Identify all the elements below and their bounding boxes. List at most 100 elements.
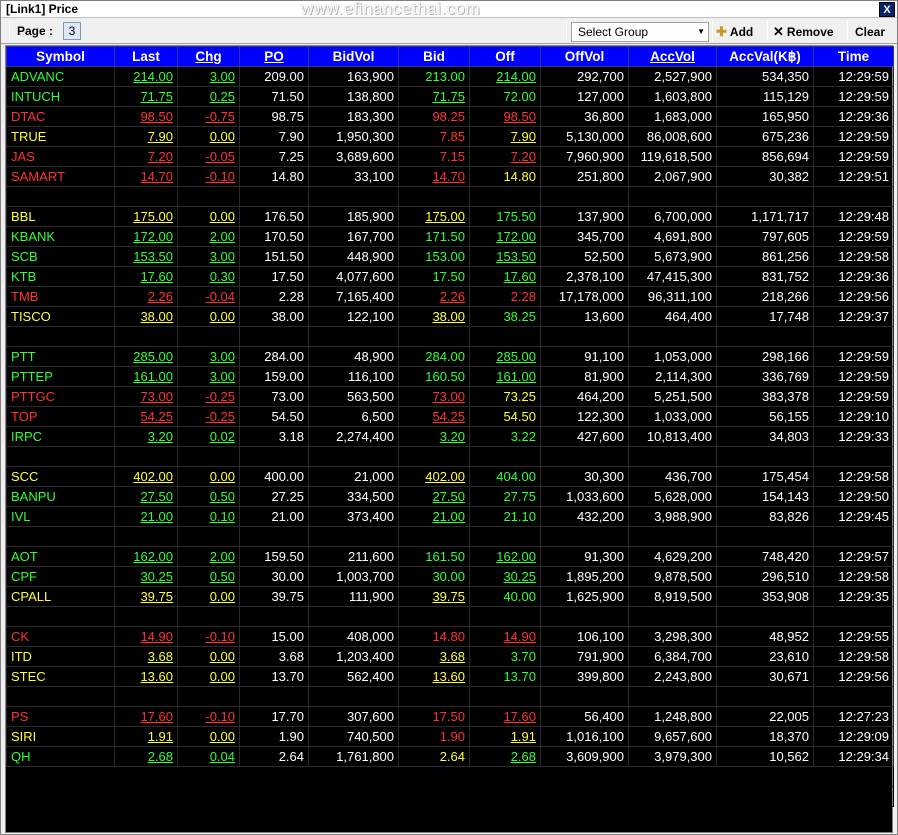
page-number-field[interactable]: 3	[63, 22, 81, 40]
remove-button[interactable]: ✕ Remove	[773, 22, 834, 42]
column-header-time[interactable]: Time	[813, 46, 894, 67]
cell-accvol: 5,673,900	[628, 246, 717, 267]
blank-row[interactable]	[6, 446, 894, 467]
column-header-bidvol[interactable]: BidVol	[308, 46, 399, 67]
column-header-accvol[interactable]: AccVol	[628, 46, 717, 67]
table-row[interactable]: CPALL 39.75 0.00 39.75 111,900 39.75 40.00 1,62…	[6, 586, 894, 607]
empty-cell	[177, 526, 240, 547]
watermark: www.efinancethai.com	[301, 0, 481, 18]
column-header-bid[interactable]: Bid	[398, 46, 470, 67]
table-row[interactable]: TMB 2.26 -0.04 2.28 7,165,400 2.26 2.28 17,178,…	[6, 286, 894, 307]
table-row[interactable]: BANPU 27.50 0.50 27.25 334,500 27.50 27.75 1,03…	[6, 486, 894, 507]
table-row[interactable]: TISCO 38.00 0.00 38.00 122,100 38.00 38.25 13,6…	[6, 306, 894, 327]
empty-cell	[114, 786, 178, 807]
empty-cell	[540, 526, 629, 547]
cell-accval: 856,694	[716, 146, 814, 167]
blank-row[interactable]	[6, 186, 894, 207]
cell-last: 2.26	[114, 286, 178, 307]
table-row[interactable]: STEC 13.60 0.00 13.70 562,400 13.60 13.70 399,8…	[6, 666, 894, 687]
table-row[interactable]: DTAC 98.50 -0.75 98.75 183,300 98.25 98.50 36,8…	[6, 106, 894, 127]
cell-last-value: 3.20	[147, 429, 173, 444]
table-row[interactable]: SAMART 14.70 -0.10 14.80 33,100 14.70 14.80 251…	[6, 166, 894, 187]
cell-accval: 175,454	[716, 466, 814, 487]
table-row[interactable]: SIRI 1.91 0.00 1.90 740,500 1.90 1.91 1,016,100…	[6, 726, 894, 747]
blank-row[interactable]	[6, 686, 894, 707]
table-row[interactable]: IRPC 3.20 0.02 3.18 2,274,400 3.20 3.22 427,600…	[6, 426, 894, 447]
table-row[interactable]: CK 14.90 -0.10 15.00 408,000 14.80 14.90 106,10…	[6, 626, 894, 647]
column-header-off[interactable]: Off	[469, 46, 541, 67]
column-header-po[interactable]: PO	[239, 46, 309, 67]
price-grid[interactable]: Symbol Last Chg PO BidVol Bid Off OffVol…	[5, 45, 894, 833]
empty-cell	[6, 446, 115, 467]
table-row[interactable]: PTTEP 161.00 3.00 159.00 116,100 160.50 161.00…	[6, 366, 894, 387]
cell-offvol: 2,378,100	[540, 266, 629, 287]
toolbar-separator	[712, 21, 713, 41]
empty-cell	[308, 186, 399, 207]
column-header-accval[interactable]: AccVal(K฿)	[716, 46, 814, 67]
cell-last: 13.60	[114, 666, 178, 687]
empty-cell	[628, 446, 717, 467]
clear-button-label: Clear	[855, 25, 886, 39]
cell-chg: 0.00	[177, 206, 240, 227]
cell-po: 71.50	[239, 86, 309, 107]
column-header-chg[interactable]: Chg	[177, 46, 240, 67]
cell-last: 153.50	[114, 246, 178, 267]
table-row[interactable]: KTB 17.60 0.30 17.50 4,077,600 17.50 17.60 2,37…	[6, 266, 894, 287]
cell-bid-value: 3.68	[439, 649, 465, 664]
table-row[interactable]: ADVANC 214.00 3.00 209.00 163,900 213.00 214.0…	[6, 66, 894, 87]
table-row[interactable]: JAS 7.20 -0.05 7.25 3,689,600 7.15 7.20 7,960,9…	[6, 146, 894, 167]
empty-cell	[308, 766, 399, 787]
table-row[interactable]: QH 2.68 0.04 2.64 1,761,800 2.64 2.68 3,609,900…	[6, 746, 894, 767]
cell-po: 39.75	[239, 586, 309, 607]
cell-offvol: 7,960,900	[540, 146, 629, 167]
table-row[interactable]: IVL 21.00 0.10 21.00 373,400 21.00 21.10 432,20…	[6, 506, 894, 527]
add-icon: ✚	[716, 24, 727, 39]
table-row[interactable]: CPF 30.25 0.50 30.00 1,003,700 30.00 30.25 1,89…	[6, 566, 894, 587]
cell-offvol: 427,600	[540, 426, 629, 447]
cell-accval: 861,256	[716, 246, 814, 267]
add-button[interactable]: ✚ Add	[716, 22, 753, 42]
table-row[interactable]: PTTGC 73.00 -0.25 73.00 563,500 73.00 73.25 464…	[6, 386, 894, 407]
blank-row[interactable]	[6, 766, 894, 787]
blank-row[interactable]	[6, 786, 894, 807]
column-header-offvol[interactable]: OffVol	[540, 46, 629, 67]
close-button[interactable]: X	[879, 2, 895, 17]
cell-offvol: 345,700	[540, 226, 629, 247]
cell-chg-value: 0.00	[209, 209, 235, 224]
table-row[interactable]: PTT 285.00 3.00 284.00 48,900 284.00 285.00 91,…	[6, 346, 894, 367]
blank-row[interactable]	[6, 526, 894, 547]
table-row[interactable]: ITD 3.68 0.00 3.68 1,203,400 3.68 3.70 791,900 6…	[6, 646, 894, 667]
cell-off: 1.91	[469, 726, 541, 747]
cell-accval: 34,803	[716, 426, 814, 447]
cell-off-value: 214.00	[496, 69, 536, 84]
group-select[interactable]: Select Group ▼	[571, 22, 709, 42]
empty-cell	[6, 786, 115, 807]
cell-last: 30.25	[114, 566, 178, 587]
blank-row[interactable]	[6, 606, 894, 627]
empty-cell	[813, 686, 894, 707]
column-header-last[interactable]: Last	[114, 46, 178, 67]
cell-accvol: 6,384,700	[628, 646, 717, 667]
remove-icon: ✕	[773, 24, 784, 39]
cell-chg-value: 0.00	[209, 469, 235, 484]
blank-row[interactable]	[6, 326, 894, 347]
empty-cell	[469, 446, 541, 467]
table-row[interactable]: INTUCH 71.75 0.25 71.50 138,800 71.75 72.00 127…	[6, 86, 894, 107]
table-row[interactable]: AOT 162.00 2.00 159.50 211,600 161.50 162.00 91…	[6, 546, 894, 567]
table-row[interactable]: TRUE 7.90 0.00 7.90 1,950,300 7.85 7.90 5,130,0…	[6, 126, 894, 147]
empty-cell	[628, 766, 717, 787]
cell-bid: 98.25	[398, 106, 470, 127]
column-header-symbol[interactable]: Symbol	[6, 46, 115, 67]
table-row[interactable]: PS 17.60 -0.10 17.70 307,600 17.50 17.60 56,400…	[6, 706, 894, 727]
cell-chg-value: 0.00	[209, 669, 235, 684]
table-row[interactable]: SCB 153.50 3.00 151.50 448,900 153.00 153.50 52…	[6, 246, 894, 267]
table-row[interactable]: BBL 175.00 0.00 176.50 185,900 175.00 175.50 13…	[6, 206, 894, 227]
table-row[interactable]: SCC 402.00 0.00 400.00 21,000 402.00 404.00 30,…	[6, 466, 894, 487]
cell-bid: 14.70	[398, 166, 470, 187]
table-row[interactable]: TOP 54.25 -0.25 54.50 6,500 54.25 54.50 122,300…	[6, 406, 894, 427]
cell-last-value: 2.68	[147, 749, 173, 764]
table-row[interactable]: KBANK 172.00 2.00 170.50 167,700 171.50 172.00…	[6, 226, 894, 247]
clear-button[interactable]: Clear	[855, 22, 885, 42]
cell-time: 12:27:23	[813, 706, 894, 727]
cell-offvol: 3,609,900	[540, 746, 629, 767]
